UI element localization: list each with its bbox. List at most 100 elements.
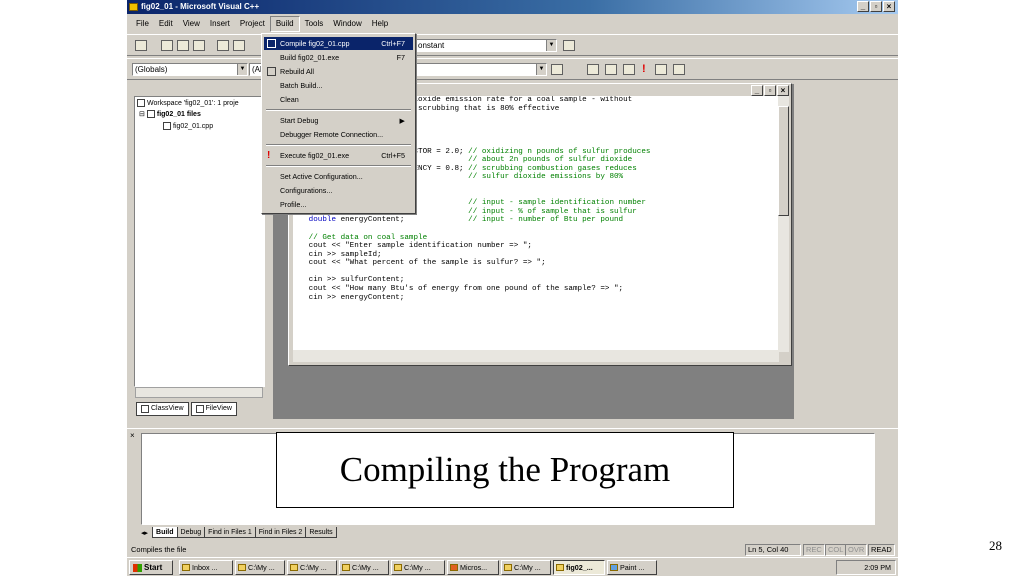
filter-combo[interactable]: ▼	[415, 63, 547, 76]
tab-build[interactable]: Build	[152, 527, 178, 538]
menu-tools[interactable]: Tools	[300, 16, 329, 32]
menu-item-label: Set Active Configuration...	[280, 172, 363, 181]
task-paint[interactable]: Paint ...	[607, 560, 657, 575]
editor-hscrollbar[interactable]	[293, 350, 779, 362]
visual-cpp-icon	[556, 564, 564, 571]
maximize-button[interactable]: ▫	[870, 1, 882, 12]
tab-fileview[interactable]: FileView	[190, 402, 237, 416]
scroll-thumb[interactable]	[778, 106, 789, 216]
task-microsoft[interactable]: Micros...	[447, 560, 499, 575]
folder-icon	[342, 564, 350, 571]
menu-project[interactable]: Project	[235, 16, 270, 32]
window-title: fig02_01 - Microsoft Visual C++	[141, 2, 260, 11]
clock[interactable]: 2:09 PM	[864, 563, 891, 572]
task-inbox[interactable]: Inbox ...	[179, 560, 233, 575]
output-close-icon[interactable]: ×	[130, 431, 135, 440]
go-icon[interactable]	[655, 64, 667, 75]
breakpoint-icon[interactable]	[673, 64, 685, 75]
new-file-icon[interactable]	[135, 40, 147, 51]
editor-close-button[interactable]: ×	[777, 85, 789, 96]
task-label: Micros...	[460, 563, 488, 572]
menu-file[interactable]: File	[131, 16, 154, 32]
task-explorer-3[interactable]: C:\My ...	[339, 560, 389, 575]
compile-icon[interactable]	[587, 64, 599, 75]
tree-item-file[interactable]: fig02_01.cpp	[163, 122, 213, 130]
menu-item-configurations[interactable]: Configurations...	[264, 184, 413, 197]
tab-results[interactable]: Results	[305, 527, 337, 538]
code-line: double energyContent; // input - number …	[308, 216, 624, 225]
tree-item-project[interactable]: ⊟ fig02_01 files	[139, 110, 201, 118]
tab-find-in-files-2[interactable]: Find in Files 2	[254, 527, 307, 538]
save-icon[interactable]	[177, 40, 189, 51]
menu-item-compile[interactable]: Compile fig02_01.cpp Ctrl+F7	[264, 37, 413, 50]
menu-view[interactable]: View	[178, 16, 205, 32]
menu-item-shortcut: F7	[396, 53, 405, 62]
menu-item-debugger-remote[interactable]: Debugger Remote Connection...	[264, 128, 413, 141]
cut-icon[interactable]	[217, 40, 229, 51]
menu-window[interactable]: Window	[328, 16, 366, 32]
workspace-tree[interactable]: Workspace 'fig02_01': 1 proje ⊟ fig02_01…	[134, 96, 265, 387]
editor-vscrollbar[interactable]	[778, 96, 789, 352]
collapse-icon[interactable]: ⊟	[139, 110, 145, 118]
start-button[interactable]: Start	[129, 560, 173, 575]
code-line: cout << "Enter sample identification num…	[295, 242, 532, 251]
task-explorer-5[interactable]: C:\My ...	[501, 560, 551, 575]
find-in-files-icon[interactable]	[563, 40, 575, 51]
outlook-icon	[182, 564, 190, 571]
copy-icon[interactable]	[233, 40, 245, 51]
menu-item-label: Execute fig02_01.exe	[280, 151, 350, 160]
menu-item-label: Profile...	[280, 200, 307, 209]
menu-item-build[interactable]: Build fig02_01.exe F7	[264, 51, 413, 64]
task-visual-cpp[interactable]: fig02_...	[553, 560, 605, 575]
tree-item-label: fig02_01.cpp	[173, 122, 214, 130]
workspace-hscrollbar[interactable]	[135, 387, 263, 398]
tab-classview[interactable]: ClassView	[136, 402, 189, 416]
menu-help[interactable]: Help	[367, 16, 393, 32]
output-tabs: ◂▸ Build Debug Find in Files 1 Find in F…	[141, 527, 337, 538]
execute-icon[interactable]: !	[642, 63, 646, 75]
menu-item-execute[interactable]: ! Execute fig02_01.exe Ctrl+F5	[264, 149, 413, 162]
open-folder-icon[interactable]	[161, 40, 173, 51]
build-icon[interactable]	[605, 64, 617, 75]
task-explorer-1[interactable]: C:\My ...	[235, 560, 285, 575]
chevron-down-icon[interactable]: ▼	[536, 64, 546, 75]
task-label: C:\My ...	[352, 563, 379, 572]
tree-item-workspace[interactable]: Workspace 'fig02_01': 1 proje	[137, 99, 239, 107]
menu-item-label: Debugger Remote Connection...	[280, 130, 384, 139]
code-line: cin >> sulfurContent;	[295, 276, 405, 285]
menu-insert[interactable]: Insert	[205, 16, 235, 32]
task-explorer-2[interactable]: C:\My ...	[287, 560, 337, 575]
menu-item-batch-build[interactable]: Batch Build...	[264, 79, 413, 92]
chevron-down-icon[interactable]: ▼	[237, 64, 247, 75]
tab-scroll-arrows-icon[interactable]: ◂▸	[141, 529, 148, 537]
close-button[interactable]: ×	[883, 1, 895, 12]
menu-item-start-debug[interactable]: Start Debug ▶	[264, 114, 413, 127]
menu-build[interactable]: Build	[269, 16, 300, 32]
status-message: Compiles the file	[131, 545, 187, 554]
menu-item-profile[interactable]: Profile...	[264, 198, 413, 211]
tab-debug[interactable]: Debug	[176, 527, 206, 538]
find-combo[interactable]: onstant ▼	[415, 39, 557, 52]
system-tray: 2:09 PM	[836, 560, 896, 575]
menu-item-clean[interactable]: Clean	[264, 93, 413, 106]
tree-item-label: fig02_01 files	[156, 110, 201, 118]
task-explorer-4[interactable]: C:\My ...	[391, 560, 445, 575]
menu-item-set-active-config[interactable]: Set Active Configuration...	[264, 170, 413, 183]
minimize-button[interactable]: _	[857, 1, 869, 12]
wizard-action-icon[interactable]	[551, 64, 563, 75]
stop-build-icon[interactable]	[623, 64, 635, 75]
powerpoint-icon	[450, 564, 458, 571]
save-all-icon[interactable]	[193, 40, 205, 51]
folder-icon	[238, 564, 246, 571]
task-label: C:\My ...	[300, 563, 327, 572]
folder-icon	[290, 564, 298, 571]
tab-find-in-files-1[interactable]: Find in Files 1	[204, 527, 256, 538]
menu-edit[interactable]: Edit	[154, 16, 178, 32]
editor-minimize-button[interactable]: _	[751, 85, 763, 96]
chevron-down-icon[interactable]: ▼	[546, 40, 556, 51]
class-combo[interactable]: (Globals) ▼	[132, 63, 248, 76]
menu-item-rebuild-all[interactable]: Rebuild All	[264, 65, 413, 78]
editor-maximize-button[interactable]: ▫	[764, 85, 776, 96]
project-icon	[146, 110, 155, 118]
